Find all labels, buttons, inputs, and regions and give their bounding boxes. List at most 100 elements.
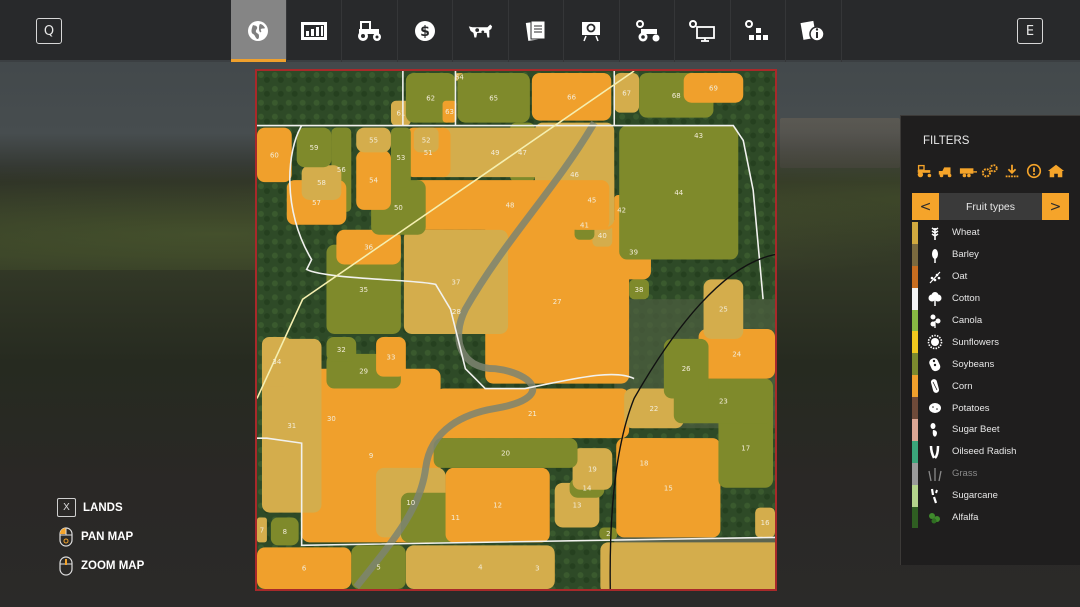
fruit-type-oilseed-radish[interactable]: Oilseed Radish [912, 440, 1069, 463]
fruit-type-corn[interactable]: Corn [912, 375, 1069, 398]
harvester-icon [938, 167, 952, 178]
map-controls-legend: X LANDS PAN MAP ZOOM MAP [57, 493, 144, 580]
tab-prices[interactable] [287, 0, 342, 62]
fruit-type-grass[interactable]: Grass [912, 462, 1069, 485]
fruit-type-sugarcane[interactable]: Sugarcane [912, 484, 1069, 507]
field-number-label: 61 [396, 110, 405, 118]
fruit-color-swatch [912, 331, 918, 354]
filter-category-icons [915, 162, 1065, 180]
fruit-type-sugar-beet[interactable]: Sugar Beet [912, 419, 1069, 441]
tab-finances[interactable]: $ [398, 0, 453, 62]
globe-icon [248, 21, 269, 41]
fruit-type-wheat[interactable]: Wheat [912, 222, 1069, 244]
menu-tabs: $ [231, 0, 842, 62]
field-number-label: 67 [622, 89, 631, 97]
field-1[interactable] [600, 542, 775, 589]
tab-tutorial[interactable] [564, 0, 620, 62]
field-number-label: 45 [587, 196, 596, 204]
field-number-label: 26 [682, 365, 691, 373]
warning-icon [1026, 163, 1042, 179]
filter-sellpoints[interactable] [1003, 162, 1021, 180]
pan-map-control: PAN MAP [57, 522, 144, 551]
field-number-label: 65 [489, 94, 498, 102]
filters-panel: FILTERS < Fruit types > Wheat Barley Oat Co… [900, 115, 1080, 565]
field-number-label: 34 [272, 358, 281, 366]
field-number-label: 46 [570, 171, 579, 179]
fruit-color-swatch [912, 243, 918, 266]
fruit-type-cotton[interactable]: Cotton [912, 287, 1069, 310]
potato-icon [929, 403, 941, 414]
field-number-label: 49 [491, 149, 500, 157]
monitor-gear-icon [689, 20, 716, 42]
filter-vehicles[interactable] [915, 162, 933, 180]
fruit-type-list: Wheat Barley Oat Cotton Canola Sunflowers Soyb… [912, 222, 1069, 529]
blocks-gear-icon [744, 20, 768, 40]
tab-contracts[interactable] [509, 0, 564, 62]
field-number-label: 42 [617, 206, 626, 214]
field-number-label: 64 [455, 73, 464, 81]
tractor-gear-icon [635, 20, 660, 42]
chart-icon [300, 22, 327, 40]
field-number-label: 35 [359, 286, 368, 294]
field-number-label: 6 [302, 565, 306, 573]
fruit-color-swatch [912, 419, 918, 441]
fruit-name: Sugarcane [952, 490, 998, 502]
selector-label: Fruit types [939, 193, 1042, 220]
fruit-type-potatoes[interactable]: Potatoes [912, 397, 1069, 420]
field-number-label: 7 [260, 526, 264, 534]
selector-prev-button[interactable]: < [912, 193, 939, 220]
field-number-label: 27 [553, 298, 562, 306]
farm-map[interactable]: 1234567891011121314151617181920212223242… [255, 69, 777, 591]
tab-map[interactable] [231, 0, 287, 62]
fruit-color-swatch [912, 287, 918, 310]
top-menu-bar: Q $ E [0, 0, 1080, 62]
fruit-type-soybeans[interactable]: Soybeans [912, 353, 1069, 376]
tab-production[interactable] [620, 0, 675, 62]
zoom-map-label: ZOOM MAP [81, 559, 145, 572]
field-number-label: 25 [719, 306, 728, 314]
fruit-color-swatch [912, 265, 918, 288]
filter-production[interactable] [981, 162, 999, 180]
prev-page-key[interactable]: Q [36, 18, 62, 44]
map-canvas[interactable]: 1234567891011121314151617181920212223242… [257, 71, 775, 589]
field-number-label: 58 [317, 179, 326, 187]
field-number-label: 60 [270, 151, 279, 159]
tab-animals[interactable] [453, 0, 509, 62]
tab-vehicles[interactable] [342, 0, 398, 62]
tab-help[interactable] [786, 0, 842, 62]
fruit-name: Soybeans [952, 358, 995, 370]
field-number-label: 54 [369, 177, 378, 185]
tab-general[interactable] [731, 0, 786, 62]
next-page-key[interactable]: E [1017, 18, 1043, 44]
filter-trailers[interactable] [959, 162, 977, 180]
fruit-name: Oat [952, 271, 968, 283]
fruit-type-canola[interactable]: Canola [912, 309, 1069, 332]
field-number-label: 59 [310, 144, 319, 152]
filter-combines[interactable] [937, 162, 955, 180]
fruit-name: Sugar Beet [952, 424, 1000, 436]
fruit-color-swatch [912, 353, 918, 376]
selector-next-button[interactable]: > [1042, 193, 1069, 220]
grass-icon [928, 467, 942, 481]
field-number-label: 23 [719, 397, 728, 405]
tab-settings[interactable] [675, 0, 731, 62]
barley-icon [932, 248, 938, 263]
filter-farmhouse[interactable] [1047, 162, 1065, 180]
field-number-label: 52 [422, 136, 431, 144]
fruit-type-barley[interactable]: Barley [912, 243, 1069, 266]
lands-control[interactable]: X LANDS [57, 493, 144, 522]
field-number-label: 36 [364, 244, 373, 252]
corn-icon [930, 379, 940, 394]
field-number-label: 56 [337, 166, 346, 174]
fruit-type-oat[interactable]: Oat [912, 265, 1069, 288]
sugarbeet-icon [930, 422, 937, 437]
field-number-label: 51 [424, 149, 433, 157]
fruit-type-alfalfa[interactable]: Alfalfa [912, 506, 1069, 529]
filter-warnings[interactable] [1025, 162, 1043, 180]
field-number-label: 13 [573, 502, 582, 510]
alfalfa-icon [929, 512, 940, 524]
cotton-icon [928, 291, 942, 306]
sugarcane-icon [930, 488, 938, 503]
fruit-color-swatch [912, 309, 918, 332]
fruit-type-sunflowers[interactable]: Sunflowers [912, 331, 1069, 354]
